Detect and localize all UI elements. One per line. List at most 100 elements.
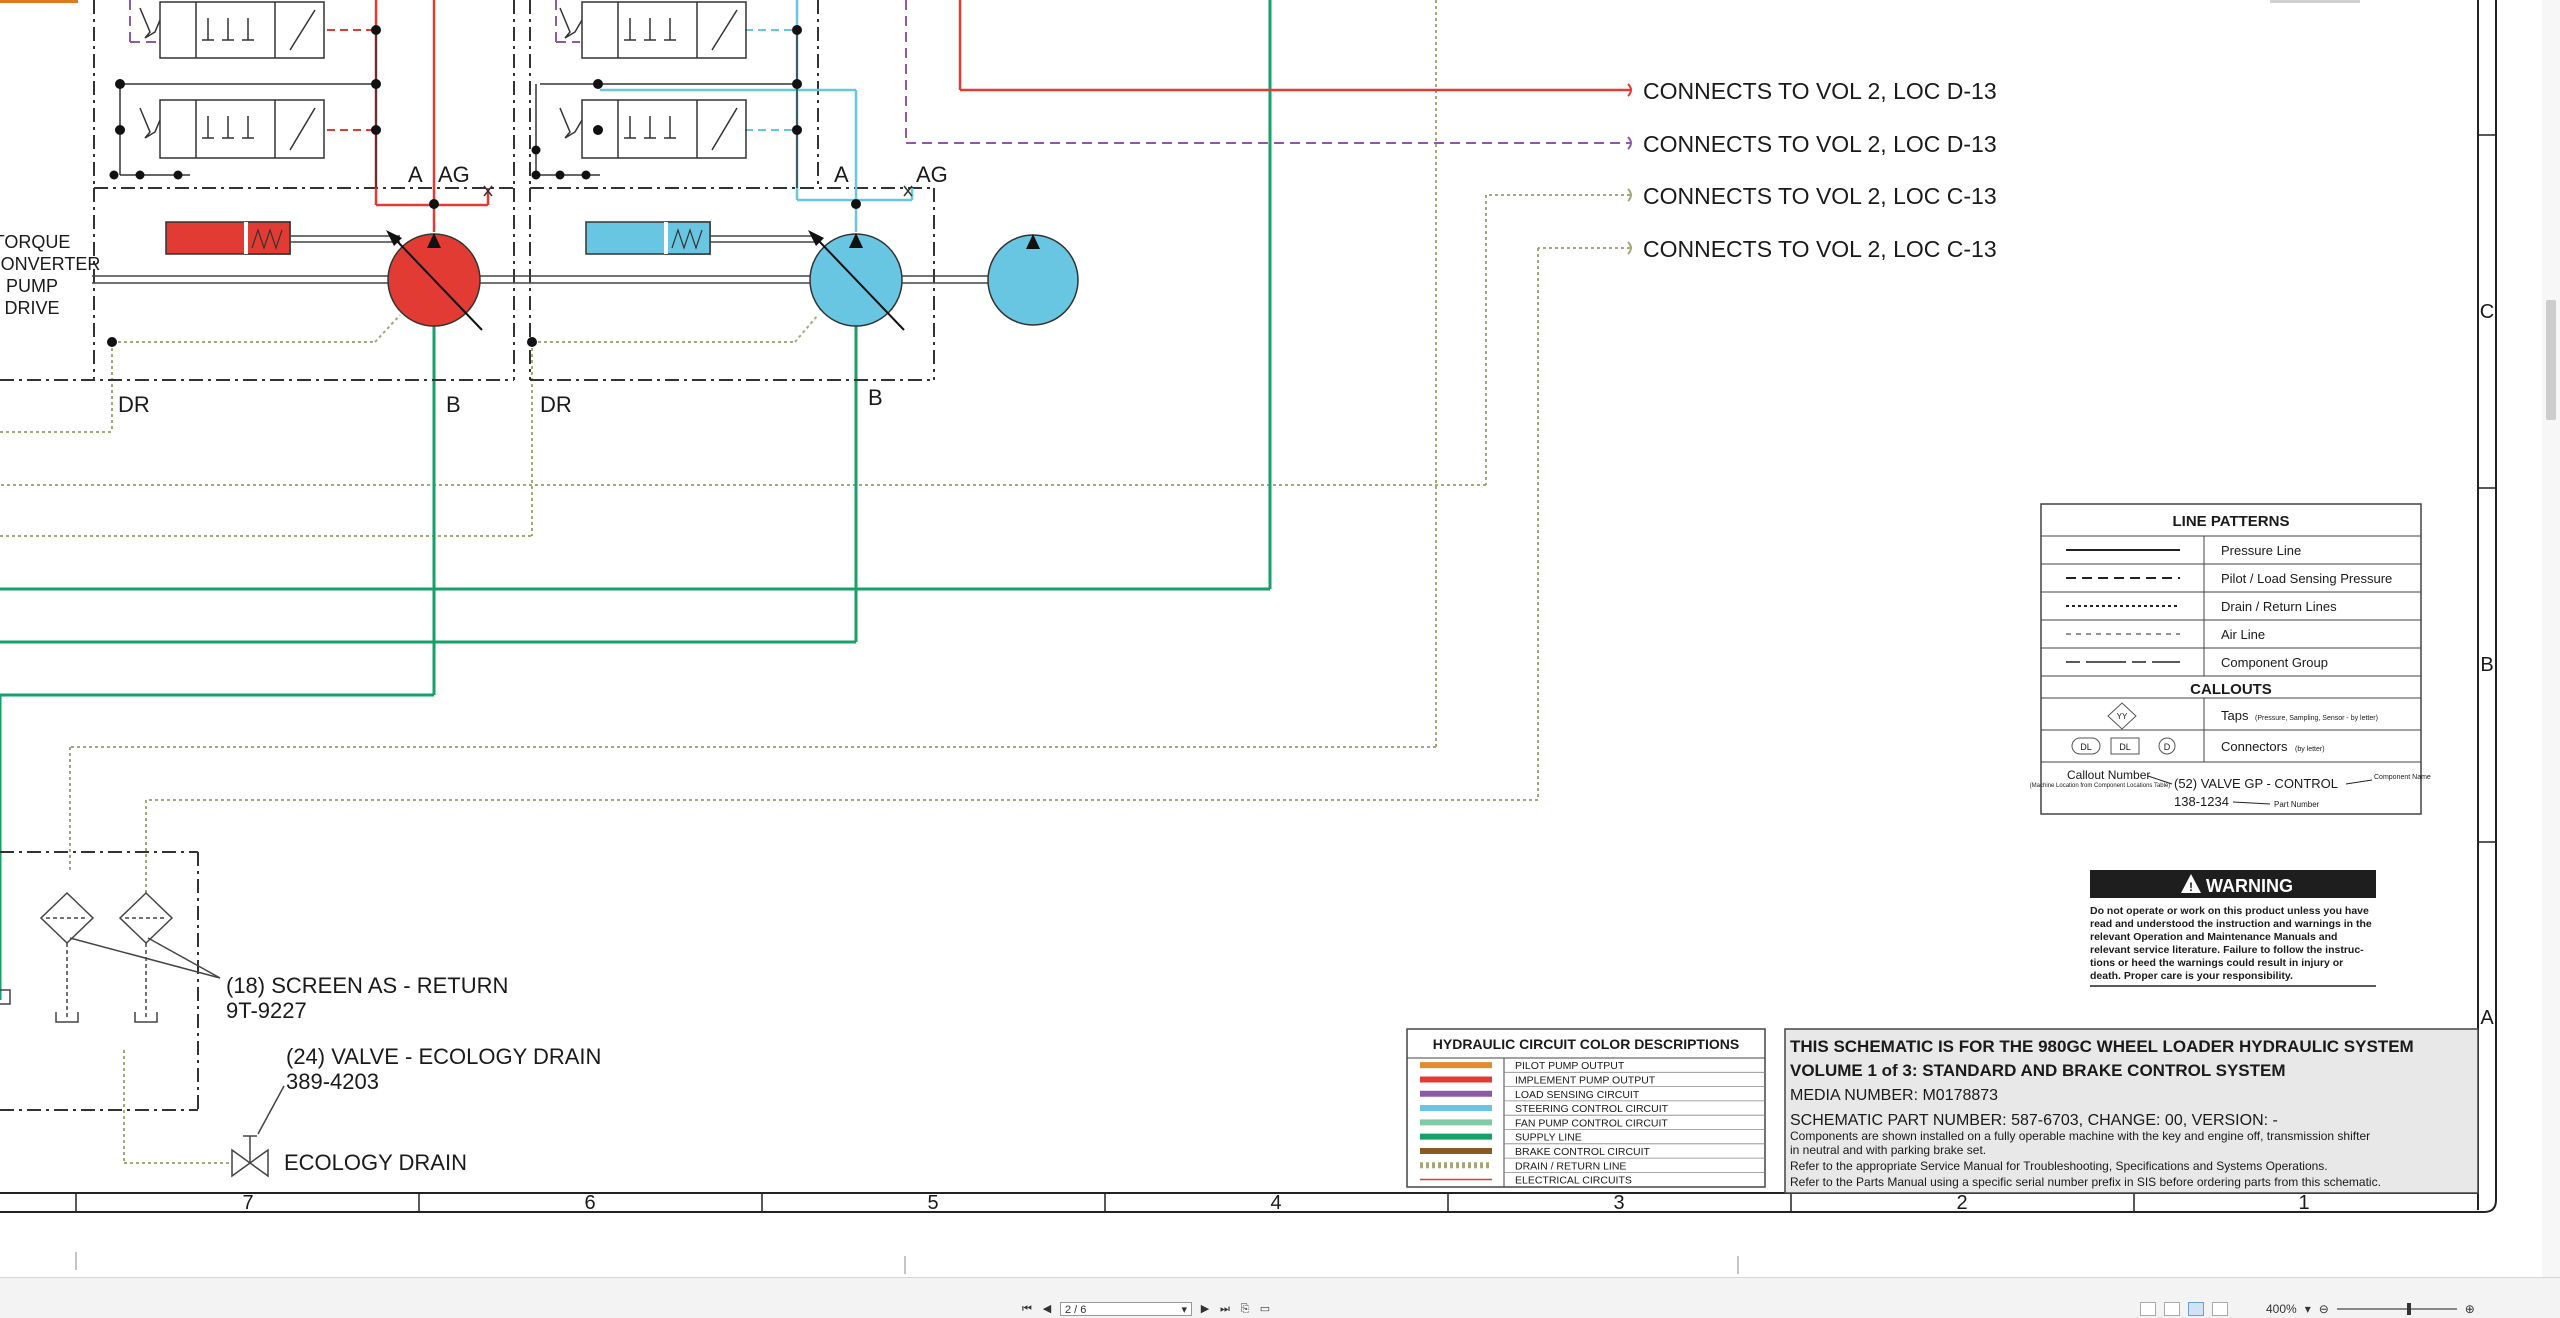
svg-text:death. Proper care is your res: death. Proper care is your responsibilit… — [2090, 970, 2293, 982]
line-patterns-legend: LINE PATTERNS Pressure Line Pilot / Load… — [2030, 503, 2431, 815]
callout-number-label: Callout Number — [2067, 768, 2150, 782]
taps-symbol: YY — [2117, 712, 2128, 721]
svg-text:read and understood the instru: read and understood the instruction and … — [2090, 918, 2372, 930]
svg-text:!: ! — [2189, 880, 2193, 894]
title-line-1: THIS SCHEMATIC IS FOR THE 980GC WHEEL LO… — [1790, 1037, 2414, 1056]
svg-text:9T-9227: 9T-9227 — [226, 998, 307, 1023]
svg-text:TORQUE: TORQUE — [0, 232, 70, 252]
color-desc-label: PILOT PUMP OUTPUT — [1515, 1060, 1625, 1072]
next-page-icon[interactable]: ▶ — [1198, 1302, 1212, 1316]
zoom-slider-knob[interactable] — [2406, 1303, 2411, 1315]
grid-row-c: C — [2480, 301, 2494, 323]
fan-pump — [987, 234, 1079, 326]
title-block: THIS SCHEMATIC IS FOR THE 980GC WHEEL LO… — [1784, 1028, 2479, 1194]
warning-title: WARNING — [2206, 876, 2293, 896]
torque-converter-label: TORQUE CONVERTER PUMP DRIVE — [0, 232, 100, 318]
color-desc-label: BRAKE CONTROL CIRCUIT — [1515, 1146, 1651, 1158]
single-page-view-icon[interactable] — [2140, 1302, 2156, 1316]
media-number: MEDIA NUMBER: M0178873 — [1790, 1087, 1998, 1104]
svg-text:relevant service literature. F: relevant service literature. Failure to … — [2090, 944, 2364, 956]
svg-text:(24) VALVE - ECOLOGY DRAIN: (24) VALVE - ECOLOGY DRAIN — [286, 1044, 601, 1069]
zoom-in-icon[interactable]: ⊕ — [2465, 1302, 2475, 1316]
ecology-drain-label: ECOLOGY DRAIN — [284, 1150, 467, 1175]
port-a-implement: A — [408, 162, 423, 187]
svg-text:Components are shown installed: Components are shown installed on a full… — [1790, 1129, 2370, 1143]
export-icon[interactable]: ⎘ — [1238, 1302, 1252, 1316]
grid-col-5: 5 — [927, 1192, 938, 1214]
svg-text:Refer to the Parts Manual usin: Refer to the Parts Manual using a specif… — [1790, 1175, 2381, 1189]
port-dr-steering: DR — [540, 392, 572, 417]
zoom-slider[interactable] — [2336, 1303, 2457, 1315]
chevron-down-icon: ▾ — [1181, 1304, 1187, 1316]
svg-text:CONVERTER: CONVERTER — [0, 254, 100, 274]
connects-label-2: CONNECTS TO VOL 2, LOC D-13 — [1643, 131, 1997, 157]
grid-col-1: 1 — [2298, 1192, 2309, 1214]
valve-stack-right-dots — [527, 25, 861, 347]
port-a-steering: A — [834, 162, 849, 187]
view-tools: 400% ▾ ⊖ ⊕ — [2140, 1301, 2475, 1317]
zoom-out-icon[interactable]: ⊖ — [2319, 1302, 2329, 1316]
load-sensing-lines — [129, 0, 1630, 144]
color-desc-label: STEERING CONTROL CIRCUIT — [1515, 1103, 1669, 1115]
steering-pump — [808, 230, 905, 331]
svg-text:DRIVE: DRIVE — [4, 298, 59, 318]
valve-stack-right — [535, 1, 798, 188]
steering-pump-actuator — [585, 221, 818, 255]
prev-page-icon[interactable]: ◀ — [1040, 1302, 1054, 1316]
connects-label-3: CONNECTS TO VOL 2, LOC C-13 — [1643, 183, 1997, 209]
supply-lines — [0, 0, 1272, 1000]
ecology-drain-valve — [231, 1085, 285, 1178]
svg-text:(Machine Location from Compone: (Machine Location from Component Locatio… — [2030, 783, 2171, 789]
two-page-view-icon[interactable] — [2188, 1302, 2204, 1316]
color-descriptions-legend: HYDRAULIC CIRCUIT COLOR DESCRIPTIONS PIL… — [1406, 1028, 1766, 1188]
svg-text:DL: DL — [2119, 742, 2131, 752]
callout-part: 138-1234 — [2174, 794, 2229, 809]
svg-text:D: D — [2164, 742, 2171, 752]
svg-text:389-4203: 389-4203 — [286, 1069, 379, 1094]
svg-text:Refer to the appropriate Servi: Refer to the appropriate Service Manual … — [1790, 1159, 2328, 1173]
grid-row-b: B — [2480, 654, 2493, 676]
warning-box: ! WARNING Do not operate or work on this… — [2090, 870, 2376, 987]
taps-note: (Pressure, Sampling, Sensor - by letter) — [2255, 715, 2378, 722]
zoom-dropdown-icon[interactable]: ▾ — [2305, 1302, 2311, 1316]
pattern-group: Component Group — [2221, 655, 2328, 670]
first-page-icon[interactable]: ⏮ — [1020, 1302, 1034, 1316]
hydraulic-schematic: 7 6 5 4 3 2 1 C B A A AG A AG DR DR B B … — [0, 0, 2497, 1274]
color-desc-label: FAN PUMP CONTROL CIRCUIT — [1515, 1117, 1668, 1129]
page-select-value: 2 / 6 — [1065, 1304, 1087, 1316]
implement-pump-actuator — [165, 221, 400, 255]
connectors-label: Connectors — [2221, 739, 2288, 754]
grid-col-3: 3 — [1613, 1192, 1624, 1214]
print-icon[interactable]: ▭ — [1258, 1302, 1272, 1316]
pattern-drain: Drain / Return Lines — [2221, 599, 2337, 614]
page-select[interactable]: 2 / 6 ▾ — [1060, 1302, 1192, 1316]
grid-col-4: 4 — [1270, 1192, 1281, 1214]
valve-stack-left — [119, 1, 377, 188]
last-page-icon[interactable]: ⏭ — [1218, 1302, 1232, 1316]
screen-label: (18) SCREEN AS - RETURN 9T-9227 — [226, 973, 508, 1023]
port-ag-steering: AG — [916, 162, 948, 187]
callout-example: (52) VALVE GP - CONTROL — [2174, 776, 2338, 791]
pattern-air: Air Line — [2221, 627, 2265, 642]
port-b-steering: B — [868, 385, 883, 410]
svg-text:(18) SCREEN AS - RETURN: (18) SCREEN AS - RETURN — [226, 973, 508, 998]
page-navigation: ⏮ ◀ 2 / 6 ▾ ▶ ⏭ ⎘ ▭ — [1020, 1301, 1272, 1317]
grid-row-a: A — [2480, 1007, 2494, 1029]
color-desc-label: LOAD SENSING CIRCUIT — [1515, 1089, 1640, 1101]
grid-column-labels: 7 6 5 4 3 2 1 — [242, 1192, 2309, 1214]
svg-text:tions or heed the warnings cou: tions or heed the warnings could result … — [2090, 957, 2343, 969]
vertical-scrollbar[interactable] — [2542, 0, 2560, 1280]
schematic-part-number: SCHEMATIC PART NUMBER: 587-6703, CHANGE:… — [1790, 1112, 2278, 1129]
taps-label: Taps — [2221, 708, 2249, 723]
facing-view-icon[interactable] — [2212, 1302, 2228, 1316]
svg-text:Part Number: Part Number — [2274, 800, 2320, 809]
grid-col-7: 7 — [242, 1192, 253, 1214]
continuous-view-icon[interactable] — [2164, 1302, 2180, 1316]
pattern-pressure: Pressure Line — [2221, 543, 2301, 558]
return-screens — [0, 891, 221, 1023]
vertical-scroll-thumb[interactable] — [2546, 300, 2556, 420]
port-dr-implement: DR — [118, 392, 150, 417]
line-patterns-title: LINE PATTERNS — [2173, 513, 2290, 530]
connectors-note: (by letter) — [2295, 746, 2325, 753]
svg-text:in neutral and with parking br: in neutral and with parking brake set. — [1790, 1143, 1986, 1157]
